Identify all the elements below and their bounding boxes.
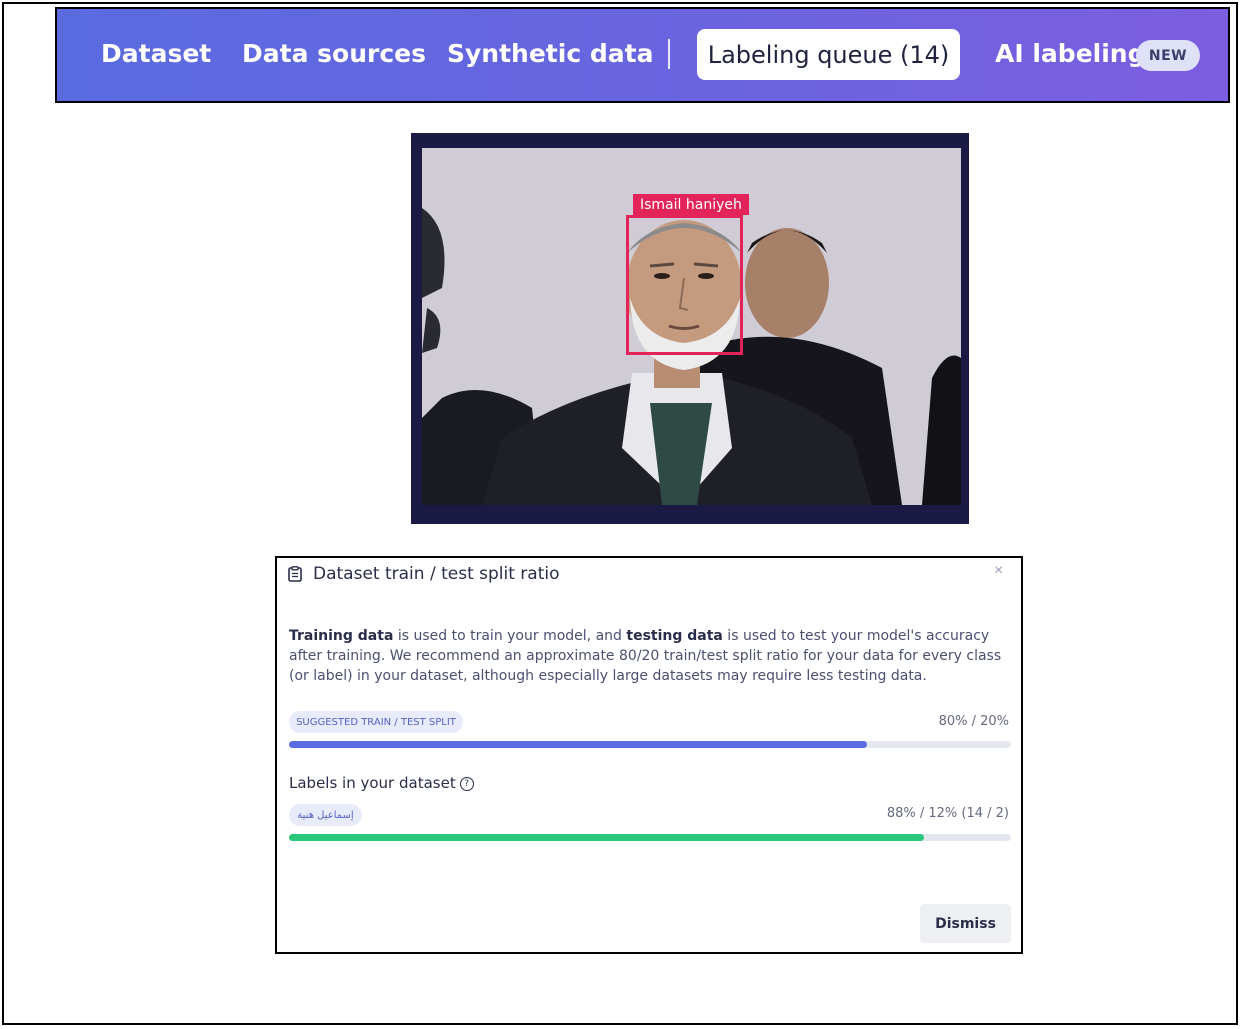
dialog-title: Dataset train / test split ratio (313, 564, 560, 584)
labels-heading: Labels in your dataset? (289, 774, 474, 792)
nav-tab-dataset[interactable]: Dataset (101, 39, 211, 68)
nav-divider (668, 39, 670, 69)
bounding-box-label: Ismail haniyeh (633, 194, 749, 215)
suggested-split-pill: SUGGESTED TRAIN / TEST SPLIT (289, 711, 463, 733)
suggested-split-fill (289, 741, 867, 748)
testing-data-term: testing data (626, 628, 723, 644)
top-nav-bar: Dataset Data sources Synthetic data Labe… (55, 7, 1230, 103)
label-pill[interactable]: إسماعيل هنية (289, 804, 362, 826)
labels-heading-text: Labels in your dataset (289, 774, 456, 792)
label-split-fill (289, 834, 925, 841)
dialog-description: Training data is used to train your mode… (289, 626, 1005, 686)
dismiss-button[interactable]: Dismiss (920, 904, 1011, 943)
nav-tab-synthetic-data[interactable]: Synthetic data (447, 39, 653, 68)
training-data-term: Training data (289, 628, 394, 644)
split-ratio-dialog: Dataset train / test split ratio × Train… (275, 556, 1023, 954)
nav-tab-labeling-queue[interactable]: Labeling queue (14) (697, 29, 960, 80)
face-bounding-box[interactable] (626, 215, 743, 355)
close-icon[interactable]: × (994, 562, 1003, 580)
suggested-split-bar (289, 741, 1011, 748)
nav-tab-ai-labeling[interactable]: AI labeling (995, 39, 1145, 68)
new-badge: NEW (1136, 40, 1200, 71)
nav-tab-data-sources[interactable]: Data sources (242, 39, 426, 68)
description-text-1: is used to train your model, and (393, 628, 627, 644)
clipboard-icon (288, 566, 302, 582)
suggested-split-ratio: 80% / 20% (938, 714, 1009, 729)
label-split-bar (289, 834, 1011, 841)
help-icon[interactable]: ? (459, 776, 474, 791)
label-split-ratio: 88% / 12% (14 / 2) (886, 806, 1009, 821)
